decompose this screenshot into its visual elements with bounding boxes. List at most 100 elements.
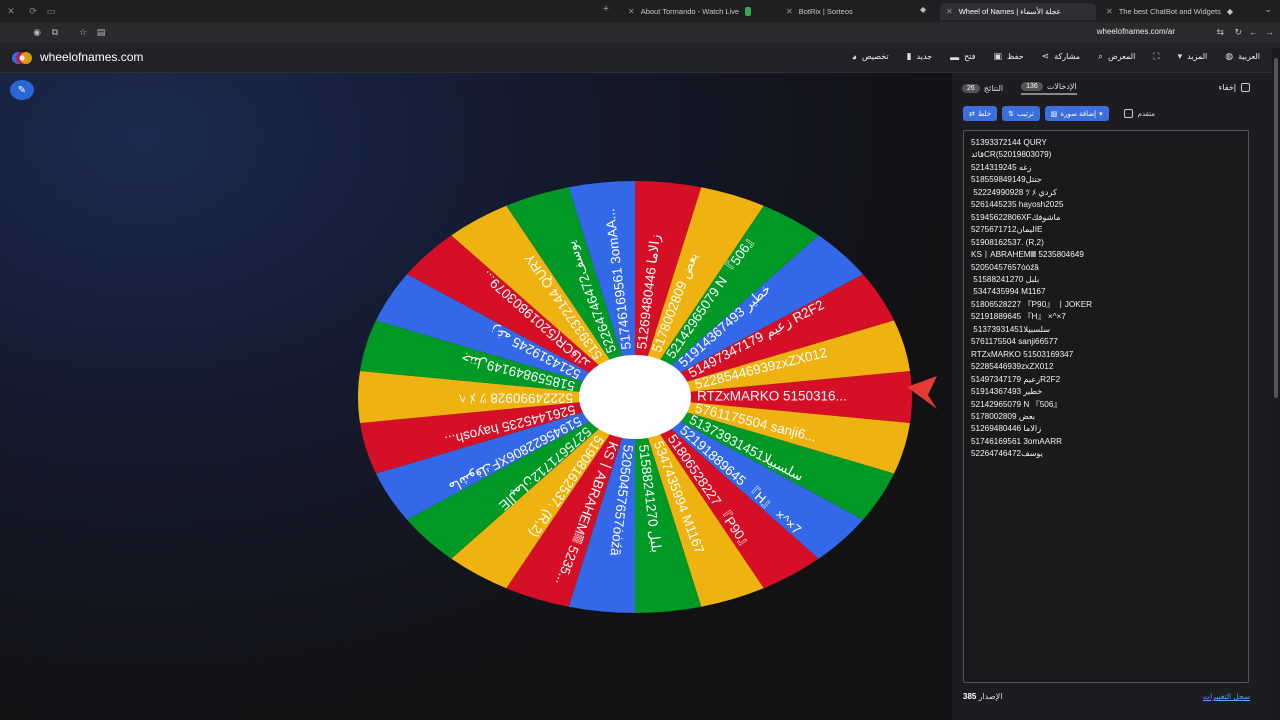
wheel[interactable]: RTZxMARKO 5150316...5761175504 sanji6...… — [340, 168, 940, 618]
entry-line: 51908162537. (R,2) — [971, 237, 1044, 247]
pin-icon: ◆ — [920, 5, 927, 14]
folder-icon: ▬ — [950, 51, 960, 62]
shuffle-icon: ⇄ — [969, 110, 975, 118]
close-window-icon[interactable]: ✕ — [0, 6, 22, 17]
refresh-icon[interactable]: ↻ — [1234, 27, 1242, 38]
tune-icon[interactable]: ⇆ — [1216, 27, 1224, 38]
entry-line: 52224990928 ﾂ ﾒ كردي — [971, 187, 1057, 197]
entries-textarea[interactable]: 51393372144 QURY قائدCR(52019803079) 52143… — [963, 130, 1249, 683]
entry-line: 51497347179 زعيمR2F2 — [971, 374, 1061, 384]
brand-name[interactable]: wheelofnames.com — [40, 50, 143, 64]
tab-wheel-of-names[interactable]: ✕ Wheel of Names | عجلة الأسماء — [940, 3, 1096, 20]
side-panel: إخفاء 26 النتائج 136 الإدخالات ⇄ خلط ⇅ ترتيب… — [952, 73, 1280, 720]
image-icon: ▨ — [1050, 110, 1058, 118]
close-icon[interactable]: ✕ — [628, 7, 635, 16]
caret-down-icon: ▾ — [1177, 51, 1183, 61]
scrollbar-thumb[interactable] — [1274, 58, 1278, 398]
header-menu: ◕ تخصيص ▮ جديد ▬ فتح ▣ حفظ ⋖ مشاركة ⌕ المعرض ⛶… — [852, 51, 1260, 62]
tab-icon[interactable]: ⧉ — [46, 27, 64, 38]
page-scrollbar[interactable] — [1272, 48, 1280, 720]
tab-favicon-icon — [745, 7, 751, 16]
entry-line: 52191889645 『H』 ×^×7 — [971, 312, 1066, 322]
changelog-link[interactable]: سجل التغييرات — [1203, 692, 1250, 701]
entry-line: 5178002809 بعض — [971, 411, 1036, 421]
menu-gallery[interactable]: ⌕ المعرض — [1098, 51, 1135, 62]
shuffle-button[interactable]: ⇄ خلط — [963, 106, 998, 121]
tab-label: Wheel of Names | عجلة الأسماء — [958, 7, 1061, 16]
entries-toolbar: ⇄ خلط ⇅ ترتيب ▨ إضافة صورة ▾ متقدم — [963, 106, 1155, 121]
url-field[interactable]: wheelofnames.com/ar — [1097, 27, 1175, 36]
add-image-button[interactable]: ▨ إضافة صورة ▾ — [1044, 106, 1109, 121]
entry-line: 52285446939zxZX012 — [971, 362, 1054, 372]
tab-entries[interactable]: 136 الإدخالات — [1021, 82, 1077, 95]
wheel-segment-label: RTZxMARKO 5150316... — [697, 389, 847, 404]
advanced-checkbox[interactable] — [1123, 109, 1133, 118]
close-icon[interactable]: ✕ — [786, 7, 793, 16]
app-header: wheelofnames.com ◕ تخصيص ▮ جديد ▬ فتح ▣ حفظ … — [0, 43, 1280, 73]
entry-line: قائدCR(52019803079) — [971, 150, 1052, 160]
star-icon[interactable]: ☆ — [74, 27, 92, 38]
entry-line: 51393372144 QURY — [971, 138, 1047, 147]
sidebar-icon[interactable]: ▤ — [92, 27, 110, 38]
entry-line: 51914367493 خطير — [971, 387, 1043, 397]
entry-line: 51269480446 زالاما — [971, 424, 1042, 434]
forward-icon[interactable]: → — [1265, 27, 1274, 37]
menu-more[interactable]: ▾ المزيد — [1178, 51, 1208, 62]
entry-line: 5347435994 M1167 — [971, 287, 1046, 297]
tab-label: About Tormando - Watch Live — [640, 7, 740, 16]
hide-panel-toggle[interactable]: إخفاء — [1219, 83, 1250, 92]
entry-line: 5275671712اليمانE — [971, 225, 1043, 235]
eye-icon[interactable]: ◉ — [28, 27, 46, 38]
tab-botrix[interactable]: ✕ BotRix | Sorteos — [780, 3, 915, 20]
tab-label: The best ChatBot and Widgets — [1118, 7, 1221, 16]
tab-tormando[interactable]: ✕ About Tormando - Watch Live — [622, 3, 757, 20]
tab-list-icon[interactable]: ▭ — [40, 6, 62, 17]
hide-checkbox[interactable] — [1241, 83, 1250, 92]
entry-line: 52142965079 N 『506』 — [971, 399, 1062, 409]
wheel-segment-label: 52224990928 ﾂ ﾒ ﾍ — [459, 390, 573, 405]
entry-line: 51746169561 3omAARR — [971, 436, 1063, 446]
entry-line: 51806528227 『P90』 丨JOKER — [971, 299, 1093, 309]
logo-icon[interactable] — [11, 51, 33, 65]
browser-tab-bar: ✕ ⟳ ▭ + ✕ About Tormando - Watch Live ✕ … — [0, 0, 1280, 22]
search-icon: ⌕ — [1098, 51, 1104, 61]
share-icon: ⋖ — [1041, 51, 1050, 61]
menu-share[interactable]: ⋖ مشاركة — [1042, 51, 1080, 62]
wheel-center[interactable] — [579, 355, 691, 439]
address-bar: ◉ ⧉ ☆ ▤ wheelofnames.com/ar ⇆ ↻ ← → — [0, 22, 1280, 43]
close-icon[interactable]: ✕ — [1106, 7, 1113, 16]
globe-icon: ◍ — [1225, 51, 1234, 61]
entry-line: 5761175504 sanji66577 — [971, 337, 1058, 347]
entry-line: RTZxMARKO 51503169347 — [971, 349, 1074, 359]
menu-new[interactable]: ▮ جديد — [907, 51, 933, 62]
entry-line: 51588241270 بلبل — [971, 274, 1040, 284]
palette-icon: ◕ — [851, 51, 858, 62]
menu-customize[interactable]: ◕ تخصيص — [852, 51, 889, 62]
panel-tabs: 26 النتائج 136 الإدخالات — [962, 82, 1077, 95]
tab-chatbot[interactable]: ✕ The best ChatBot and Widgets ◆ — [1100, 3, 1250, 20]
menu-open[interactable]: ▬ فتح — [950, 51, 975, 62]
menu-save[interactable]: ▣ حفظ — [994, 51, 1024, 62]
pencil-icon: ✎ — [17, 84, 27, 96]
fullscreen-icon: ⛶ — [1153, 51, 1160, 61]
caret-down-icon: ▾ — [1099, 110, 1103, 118]
entry-line: 5214319245 زغه — [971, 162, 1032, 172]
menu-language[interactable]: ◍ العربية — [1225, 51, 1260, 62]
tab-results[interactable]: 26 النتائج — [962, 82, 1003, 95]
entry-line: 52050457657ȯȯźȁ — [971, 262, 1039, 272]
version-info: 385 الإصدار — [963, 692, 1003, 701]
close-icon[interactable]: ✕ — [946, 7, 953, 16]
back-icon[interactable]: ← — [1249, 27, 1258, 37]
entry-line: KS丨ABRAHEM𝄜 5235804649 — [971, 250, 1084, 260]
tab-label: BotRix | Sorteos — [798, 7, 853, 16]
menu-fullscreen[interactable]: ⛶ — [1153, 51, 1159, 62]
entry-line: 5261445235 hayosh2025 — [971, 200, 1064, 210]
new-tab-icon[interactable]: + — [603, 4, 609, 15]
tab-search-icon[interactable]: ⌄ — [1264, 4, 1272, 15]
edit-pencil-button[interactable]: ✎ — [10, 80, 34, 100]
advanced-toggle[interactable]: متقدم — [1123, 109, 1155, 118]
tab-favicon-icon: ◆ — [1226, 7, 1233, 16]
sort-button[interactable]: ⇅ ترتيب — [1002, 106, 1040, 121]
entry-line: 51945622806XFماشوفك — [971, 212, 1061, 222]
entry-line: 518559849149جنتل — [971, 175, 1042, 185]
